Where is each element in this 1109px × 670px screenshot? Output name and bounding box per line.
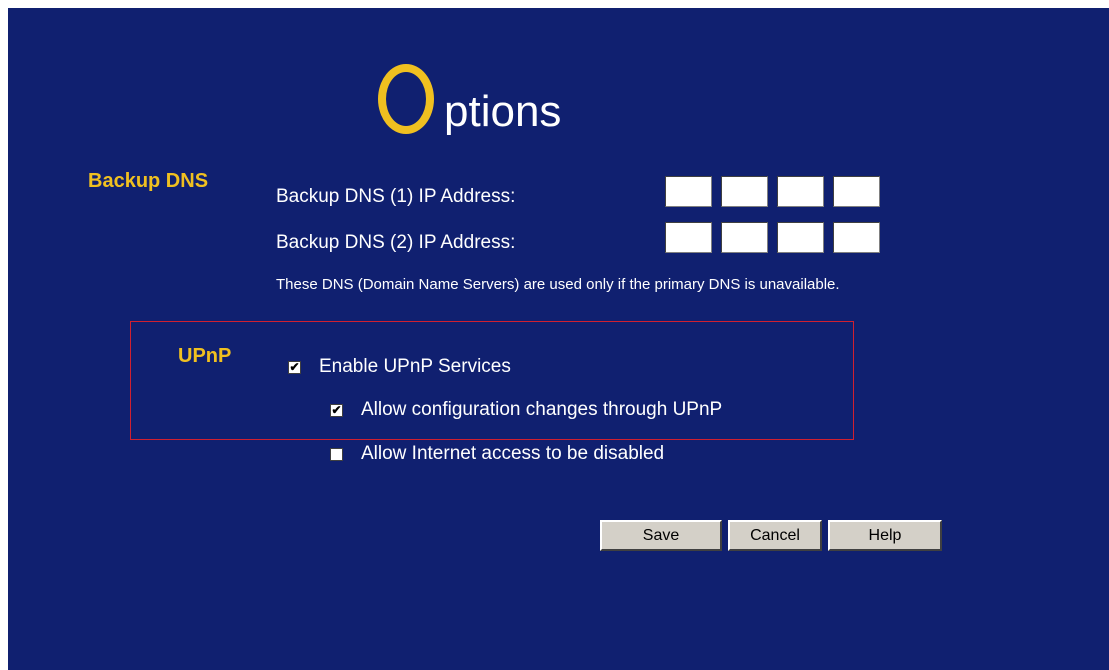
backup-dns-1-octet-3[interactable] xyxy=(777,176,824,207)
enable-upnp-row: ✔ Enable UPnP Services xyxy=(288,356,511,378)
backup-dns-2-ip xyxy=(665,222,880,253)
backup-dns-1-ip xyxy=(665,176,880,207)
backup-dns-2-octet-2[interactable] xyxy=(721,222,768,253)
backup-dns-1-octet-2[interactable] xyxy=(721,176,768,207)
allow-disable-row: Allow Internet access to be disabled xyxy=(330,443,664,465)
enable-upnp-checkbox[interactable]: ✔ xyxy=(288,360,301,374)
help-button[interactable]: Help xyxy=(828,520,942,551)
allow-disable-label: Allow Internet access to be disabled xyxy=(361,443,665,464)
allow-config-row: ✔ Allow configuration changes through UP… xyxy=(330,399,722,421)
backup-dns-1-octet-1[interactable] xyxy=(665,176,712,207)
backup-dns-1-octet-4[interactable] xyxy=(833,176,880,207)
options-panel: ptions Backup DNS Backup DNS (1) IP Addr… xyxy=(8,8,1109,670)
save-button[interactable]: Save xyxy=(600,520,722,551)
allow-disable-checkbox[interactable] xyxy=(330,447,343,461)
allow-config-label: Allow configuration changes through UPnP xyxy=(361,399,723,420)
enable-upnp-label: Enable UPnP Services xyxy=(319,356,511,377)
allow-config-checkbox[interactable]: ✔ xyxy=(330,403,343,417)
backup-dns-note: These DNS (Domain Name Servers) are used… xyxy=(276,276,840,293)
backup-dns-2-octet-3[interactable] xyxy=(777,222,824,253)
title-text: ptions xyxy=(444,87,562,136)
upnp-highlight-frame xyxy=(130,321,854,440)
backup-dns-section-label: Backup DNS xyxy=(88,170,209,192)
cancel-button[interactable]: Cancel xyxy=(728,520,822,551)
title-first-letter xyxy=(378,64,434,134)
backup-dns-2-label: Backup DNS (2) IP Address: xyxy=(276,232,516,253)
backup-dns-2-octet-1[interactable] xyxy=(665,222,712,253)
upnp-section-label: UPnP xyxy=(178,345,232,367)
backup-dns-1-label: Backup DNS (1) IP Address: xyxy=(276,186,516,207)
backup-dns-2-octet-4[interactable] xyxy=(833,222,880,253)
